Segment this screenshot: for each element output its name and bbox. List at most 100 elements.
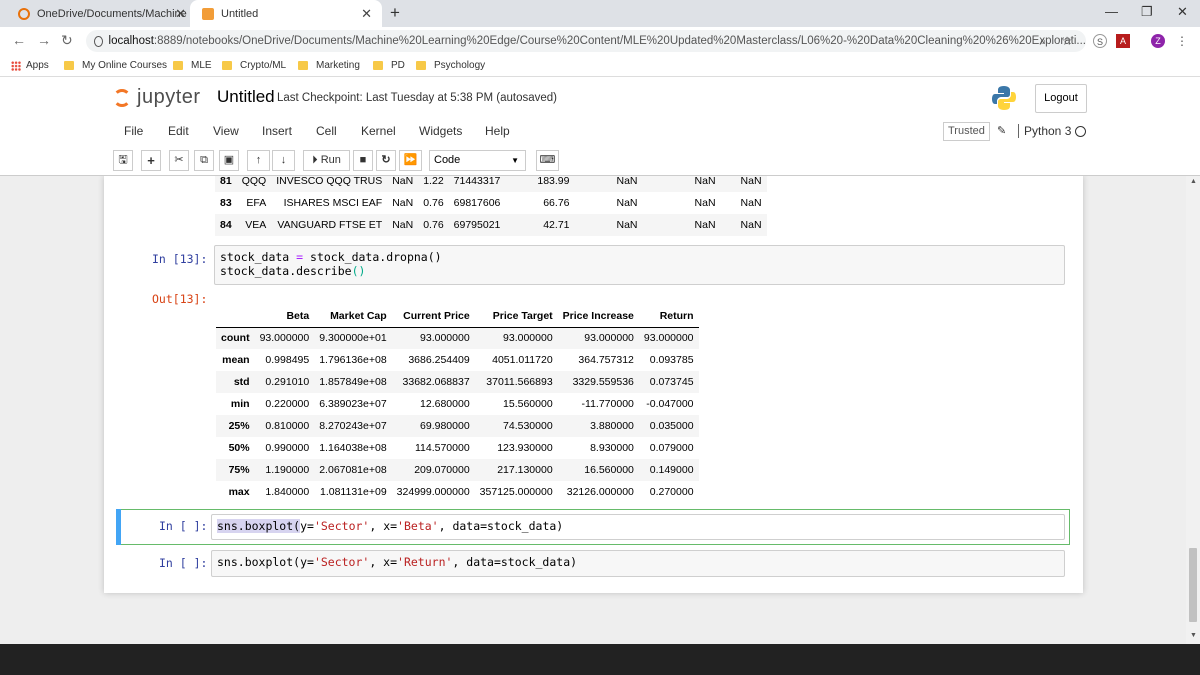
table-cell: 33682.068837 <box>391 371 475 393</box>
table-cell: 15.560000 <box>503 398 553 410</box>
menu-cell[interactable]: Cell <box>316 124 337 138</box>
info-icon[interactable] <box>94 35 103 47</box>
logout-button[interactable]: Logout <box>1035 84 1087 113</box>
zoom-icon[interactable]: ⌕ <box>1036 34 1050 48</box>
table-cell: 2.067081e+08 <box>314 459 392 481</box>
notebook-name[interactable]: Untitled <box>217 87 275 107</box>
menu-view[interactable]: View <box>213 124 239 138</box>
notebook-scrollbar[interactable]: ▲ ▼ <box>1186 176 1200 644</box>
code-cell-13[interactable]: stock_data = stock_data.dropna() stock_d… <box>214 245 1065 285</box>
menu-edit[interactable]: Edit <box>168 124 189 138</box>
reload-icon[interactable]: ↻ <box>61 32 73 49</box>
close-tab-icon[interactable]: ✕ <box>361 6 372 22</box>
table-cell: 6.389023e+07 <box>319 398 387 410</box>
code-cell-boxplot-beta[interactable]: sns.boxplot(y='Sector', x='Beta', data=s… <box>211 514 1065 540</box>
table-cell: 1.840000 <box>265 486 310 498</box>
restore-icon[interactable]: ❐ <box>1141 4 1153 20</box>
menu-file[interactable]: File <box>124 124 143 138</box>
close-tab-icon[interactable]: ✕ <box>175 6 186 22</box>
command-palette-icon[interactable]: ⌨ <box>536 150 559 171</box>
insert-cell-icon[interactable]: + <box>141 150 161 171</box>
table-cell: 1.164038e+08 <box>319 442 387 454</box>
browser-tab-untitled[interactable]: Untitled ✕ <box>190 0 382 27</box>
scroll-down-icon[interactable]: ▼ <box>1190 632 1197 639</box>
menu-kernel[interactable]: Kernel <box>361 124 396 138</box>
folder-icon <box>298 61 308 70</box>
jupyter-header: jupyter Untitled Last Checkpoint: Last T… <box>0 77 1200 176</box>
back-icon[interactable]: ← <box>12 32 26 48</box>
row-label: 25% <box>216 415 255 437</box>
browser-tab-bar: OneDrive/Documents/Machine L ✕ Untitled … <box>0 0 1200 27</box>
table-cell: 4051.011720 <box>492 354 553 366</box>
scrollbar-thumb[interactable] <box>1189 548 1197 622</box>
tab-title: OneDrive/Documents/Machine L <box>37 7 196 20</box>
bookmark-pd[interactable]: PD <box>373 60 405 71</box>
restart-run-all-icon[interactable]: ⏩ <box>399 150 422 171</box>
url-host: localhost <box>108 35 154 47</box>
minimize-icon[interactable]: — <box>1105 4 1118 19</box>
table-cell: 0.810000 <box>254 415 315 437</box>
url-path: :8889/notebooks/OneDrive/Documents/Machi… <box>153 35 1086 47</box>
table-cell: -0.047000 <box>646 398 694 410</box>
cell-type-select[interactable]: Code ▼ <box>429 150 526 171</box>
bookmark-marketing[interactable]: Marketing <box>298 60 360 71</box>
extension-icon[interactable]: S <box>1093 34 1107 48</box>
taskbar <box>0 644 1200 675</box>
close-window-icon[interactable]: ✕ <box>1177 4 1188 20</box>
table-cell: 8.270243e+07 <box>314 415 392 437</box>
table-row: 81 QQQ INVESCO QQQ TRUS NaN 1.22 7144331… <box>215 176 767 192</box>
loading-icon <box>18 7 30 20</box>
more-menu-icon[interactable]: ⋮ <box>1175 34 1189 48</box>
browser-tab-onedrive[interactable]: OneDrive/Documents/Machine L ✕ <box>10 0 196 27</box>
move-down-icon[interactable]: ↓ <box>272 150 295 171</box>
table-cell: 217.130000 <box>474 459 558 481</box>
table-cell: 0.093785 <box>649 354 694 366</box>
row-label: std <box>216 371 255 393</box>
code-cell-boxplot-return[interactable]: sns.boxplot(y='Sector', x='Return', data… <box>211 550 1065 577</box>
bookmark-psychology[interactable]: Psychology <box>416 60 485 71</box>
table-cell: 32126.000000 <box>566 486 634 498</box>
table-cell: 123.930000 <box>497 442 553 454</box>
tab-title: Untitled <box>221 7 259 20</box>
table-row: 83 EFA ISHARES MSCI EAF NaN 0.76 6981760… <box>220 197 762 209</box>
paste-icon[interactable]: ▣ <box>219 150 239 171</box>
table-cell: 8.930000 <box>590 442 634 454</box>
run-button[interactable]: ⏵ Run <box>303 150 350 171</box>
restart-icon[interactable]: ↻ <box>376 150 396 171</box>
table-cell: 93.000000 <box>638 327 699 349</box>
bookmark-apps[interactable]: Apps <box>11 60 49 71</box>
scroll-up-icon[interactable]: ▲ <box>1190 178 1197 185</box>
table-cell: 93.000000 <box>254 327 315 349</box>
profile-avatar[interactable]: Z <box>1151 34 1165 48</box>
menu-insert[interactable]: Insert <box>262 124 292 138</box>
table-cell: 0.291010 <box>254 371 315 393</box>
kernel-name[interactable]: Python 3 <box>1018 124 1071 138</box>
address-bar[interactable]: localhost :8889/notebooks/OneDrive/Docum… <box>86 30 1086 52</box>
table-cell: 3.880000 <box>557 415 639 437</box>
copy-icon[interactable]: ⧉ <box>194 150 214 171</box>
move-up-icon[interactable]: ↑ <box>247 150 270 171</box>
forward-icon[interactable]: → <box>37 32 51 48</box>
table-row: 75% 1.190000 2.067081e+08 209.070000 217.130… <box>216 459 699 481</box>
previous-output-table: 81 QQQ INVESCO QQQ TRUS NaN 1.22 7144331… <box>215 176 767 236</box>
jupyter-logo[interactable]: jupyter <box>113 86 201 109</box>
bookmark-mle[interactable]: MLE <box>173 60 212 71</box>
table-cell: 114.570000 <box>414 442 470 454</box>
notebook-scroll-area[interactable]: 81 QQQ INVESCO QQQ TRUS NaN 1.22 7144331… <box>0 176 1186 644</box>
bookmark-my-online-courses[interactable]: My Online Courses <box>64 60 167 71</box>
cell-edit-mode-bar <box>116 509 121 545</box>
bookmark-star-icon[interactable]: ☆ <box>1060 34 1074 48</box>
describe-output-table: Beta Market Cap Current Price Price Targ… <box>216 306 699 503</box>
interrupt-icon[interactable]: ■ <box>353 150 373 171</box>
trusted-indicator[interactable]: Trusted <box>943 122 990 141</box>
menu-help[interactable]: Help <box>485 124 510 138</box>
bookmark-crypto-ml[interactable]: Crypto/ML <box>222 60 286 71</box>
table-cell: 357125.000000 <box>479 486 553 498</box>
cut-icon[interactable]: ✂ <box>169 150 189 171</box>
menu-widgets[interactable]: Widgets <box>419 124 462 138</box>
pdf-extension-icon[interactable]: A <box>1116 34 1130 48</box>
table-row: std 0.291010 1.857849e+08 33682.068837 37011… <box>216 371 699 393</box>
row-label: 75% <box>216 459 255 481</box>
save-icon[interactable]: 🖫 <box>113 150 133 171</box>
new-tab-button[interactable]: + <box>390 3 400 23</box>
